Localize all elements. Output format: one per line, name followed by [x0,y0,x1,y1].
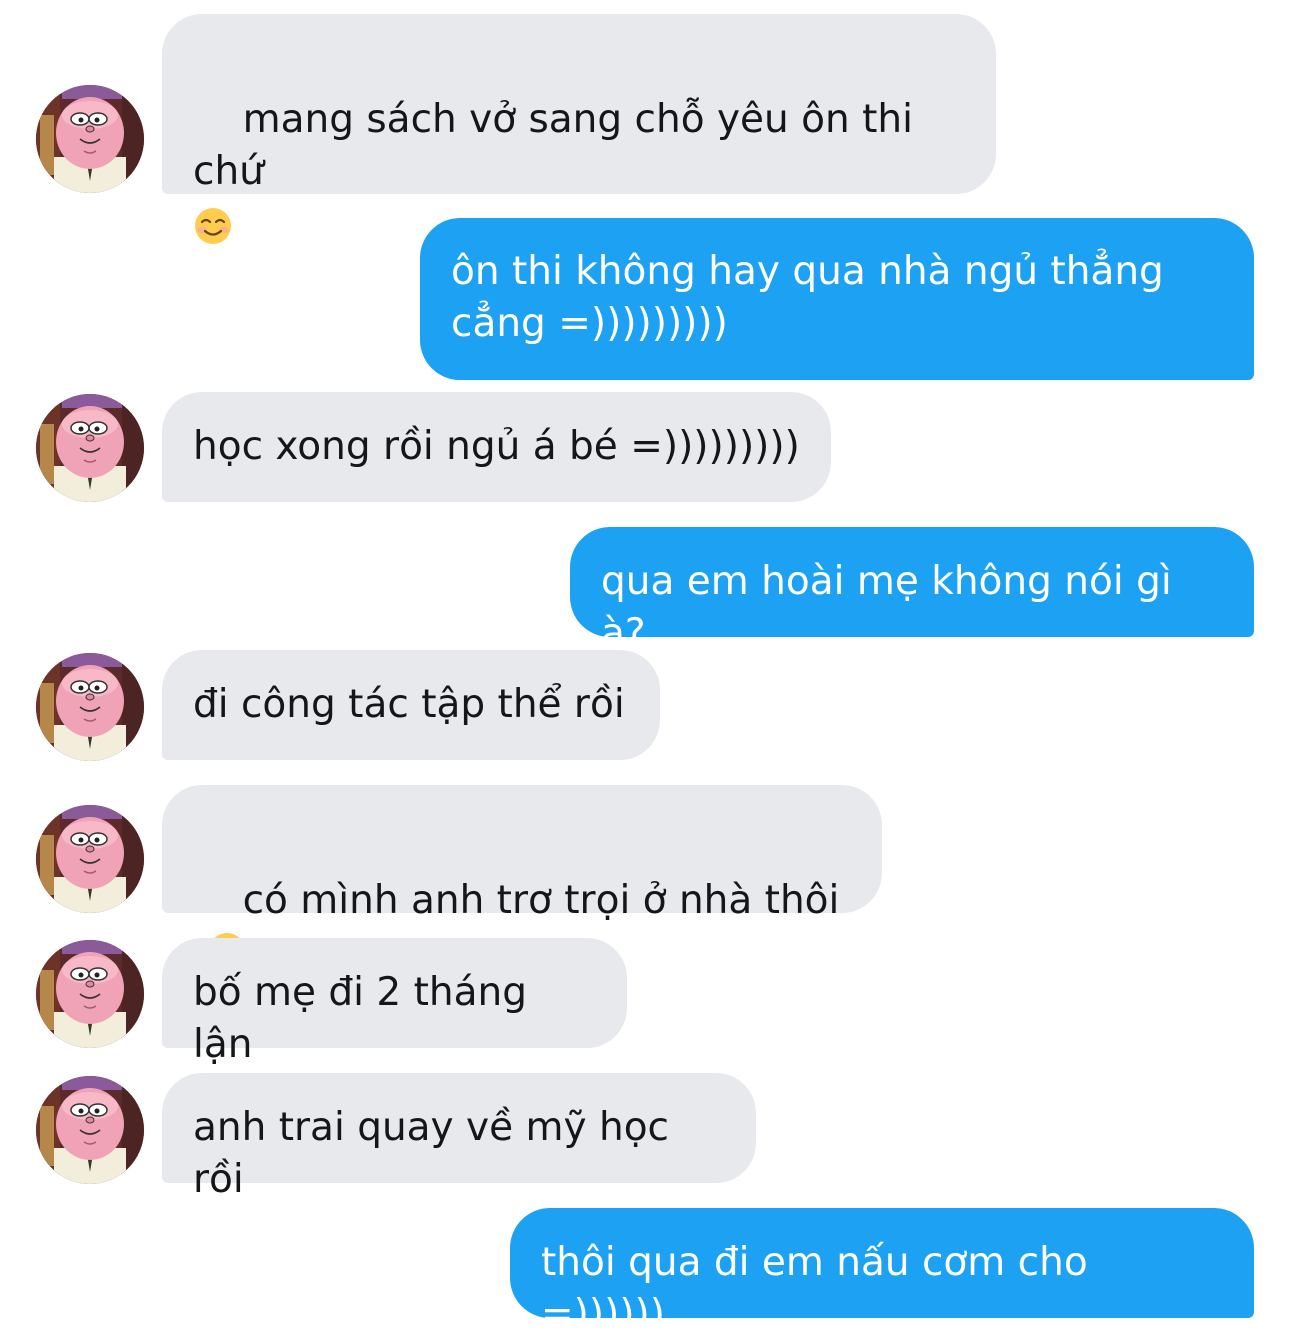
smiling-face-icon [193,206,233,246]
cartoon-avatar-icon[interactable] [36,1076,144,1184]
cartoon-avatar-icon[interactable] [36,805,144,913]
outgoing-message-bubble[interactable]: ôn thi không hay qua nhà ngủ thẳng cẳng … [420,218,1254,380]
outgoing-message-bubble[interactable]: qua em hoài mẹ không nói gì à? [570,527,1254,656]
outgoing-message-bubble[interactable]: thôi qua đi em nấu cơm cho =)))))) [510,1208,1254,1337]
incoming-message-bubble[interactable]: có mình anh trơ trọi ở nhà thôi [162,785,882,913]
message-text: có mình anh trơ trọi ở nhà thôi [242,878,840,923]
cartoon-avatar-icon[interactable] [36,394,144,502]
incoming-message-bubble[interactable]: đi công tác tập thể rồi [162,650,660,760]
cartoon-avatar-icon[interactable] [36,940,144,1048]
incoming-message-bubble[interactable]: bố mẹ đi 2 tháng lận [162,938,627,1067]
cartoon-avatar-icon[interactable] [36,653,144,761]
incoming-message-bubble[interactable]: học xong rồi ngủ á bé =))))))))) [162,392,831,502]
message-text: mang sách vở sang chỗ yêu ôn thi chứ [193,97,926,194]
cartoon-avatar-icon[interactable] [36,85,144,193]
incoming-message-bubble[interactable]: anh trai quay về mỹ học rồi [162,1073,756,1202]
incoming-message-bubble[interactable]: mang sách vở sang chỗ yêu ôn thi chứ [162,14,996,194]
